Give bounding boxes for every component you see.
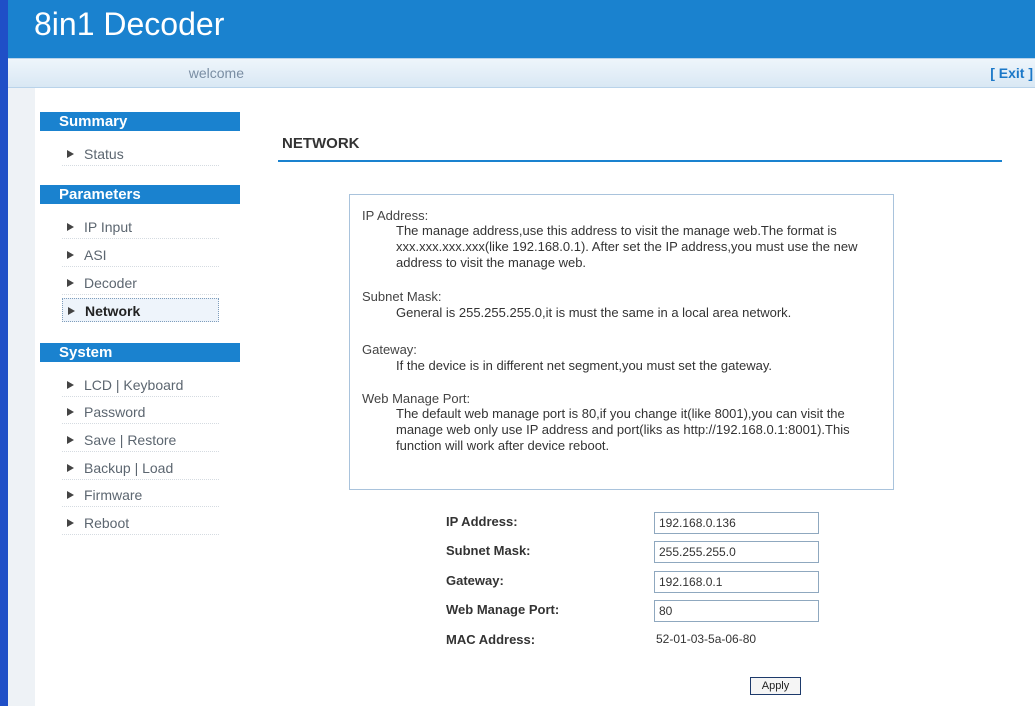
sidebar-item-label: LCD | Keyboard — [84, 377, 184, 393]
ip-address-input[interactable] — [654, 512, 819, 534]
gateway-label: Gateway: — [446, 573, 504, 588]
sidebar-item-password[interactable]: Password — [62, 400, 219, 424]
top-bar: welcome [ Exit ] — [8, 58, 1035, 88]
sidebar-item-label: Decoder — [84, 275, 137, 291]
help-ip-label: IP Address: — [362, 208, 429, 223]
window-left-edge — [0, 0, 8, 706]
sidebar-item-label: Network — [85, 303, 141, 319]
sidebar-item-label: Status — [84, 146, 124, 162]
sidebar-item-reboot[interactable]: Reboot — [62, 511, 219, 535]
sidebar-item-label: ASI — [84, 247, 107, 263]
sidebar-item-backup-load[interactable]: Backup | Load — [62, 456, 219, 480]
sidebar-item-label: Password — [84, 404, 146, 420]
arrow-right-icon — [67, 436, 74, 445]
sidebar-item-save-restore[interactable]: Save | Restore — [62, 428, 219, 452]
arrow-right-icon — [67, 491, 74, 500]
help-ip-text: The manage address,use this address to v… — [396, 223, 858, 270]
help-panel: IP Address: The manage address,use this … — [349, 194, 894, 490]
sidebar-item-lcd-keyboard[interactable]: LCD | Keyboard — [62, 373, 219, 397]
arrow-right-icon — [68, 307, 75, 316]
sidebar-item-label: Firmware — [84, 487, 143, 503]
sidebar-item-label: Backup | Load — [84, 460, 174, 476]
apply-button[interactable]: Apply — [750, 677, 801, 695]
sidebar-item-decoder[interactable]: Decoder — [62, 271, 219, 295]
help-port-label: Web Manage Port: — [362, 391, 471, 406]
web-port-input[interactable] — [654, 600, 819, 622]
sidebar-item-firmware[interactable]: Firmware — [62, 483, 219, 507]
help-gateway-label: Gateway: — [362, 342, 417, 357]
sidebar-item-status[interactable]: Status — [62, 142, 219, 166]
exit-link[interactable]: [ Exit ] — [990, 59, 1033, 87]
app-header: 8in1 Decoder — [8, 0, 1035, 58]
sidebar-section-summary: Summary — [40, 112, 240, 131]
title-divider — [278, 160, 1002, 162]
page-title: NETWORK — [282, 135, 360, 152]
arrow-right-icon — [67, 223, 74, 232]
ip-address-label: IP Address: — [446, 514, 518, 529]
subnet-mask-input[interactable] — [654, 541, 819, 563]
mac-address-label: MAC Address: — [446, 632, 536, 647]
app-title: 8in1 Decoder — [34, 6, 225, 42]
sidebar-section-parameters: Parameters — [40, 185, 240, 204]
sidebar-section-system: System — [40, 343, 240, 362]
arrow-right-icon — [67, 150, 74, 159]
sidebar-item-label: Save | Restore — [84, 432, 177, 448]
help-gateway-text: If the device is in different net segmen… — [396, 358, 773, 373]
mac-address-value: 52-01-03-5a-06-80 — [656, 632, 757, 646]
welcome-text: welcome — [188, 65, 244, 81]
arrow-right-icon — [67, 464, 74, 473]
sidebar-item-label: Reboot — [84, 515, 130, 531]
help-mask-label: Subnet Mask: — [362, 289, 442, 304]
arrow-right-icon — [67, 279, 74, 288]
sidebar — [35, 88, 257, 706]
sidebar-item-ip-input[interactable]: IP Input — [62, 215, 219, 239]
sidebar-item-asi[interactable]: ASI — [62, 243, 219, 267]
arrow-right-icon — [67, 519, 74, 528]
gateway-input[interactable] — [654, 571, 819, 593]
help-mask-text: General is 255.255.255.0,it is must the … — [396, 305, 792, 320]
arrow-right-icon — [67, 381, 74, 390]
web-port-label: Web Manage Port: — [446, 602, 560, 617]
help-port-text: The default web manage port is 80,if you… — [396, 406, 850, 453]
arrow-right-icon — [67, 251, 74, 260]
arrow-right-icon — [67, 408, 74, 417]
sidebar-item-network[interactable]: Network — [62, 298, 219, 322]
sidebar-item-label: IP Input — [84, 219, 133, 235]
subnet-mask-label: Subnet Mask: — [446, 543, 531, 558]
